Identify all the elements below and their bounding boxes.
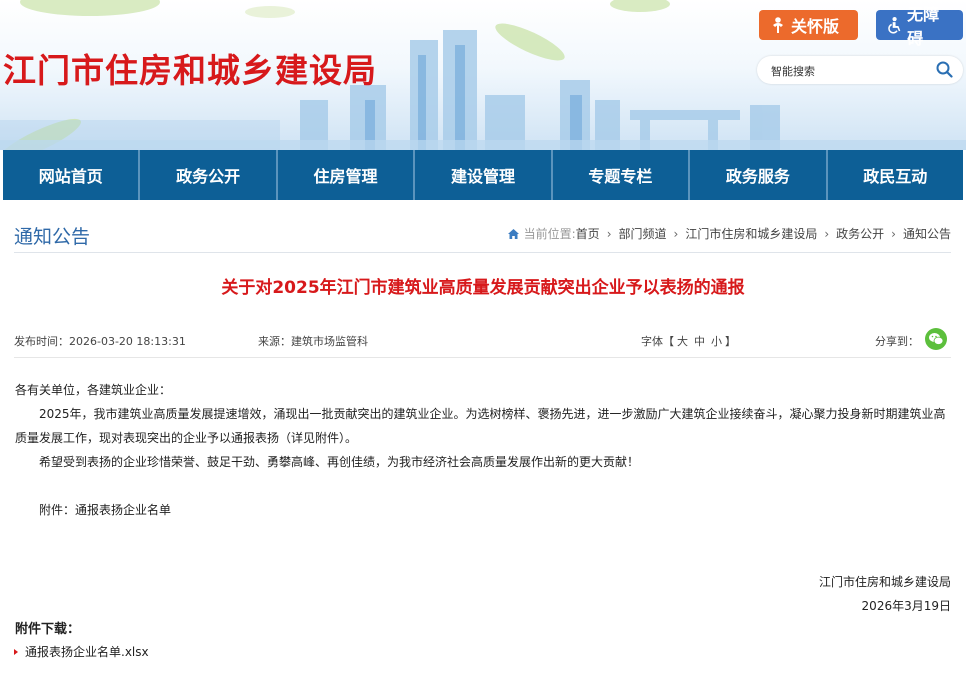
accessibility-button[interactable]: 无障碍 <box>876 5 963 48</box>
article-title: 关于对2025年江门市建筑业高质量发展贡献突出企业予以表扬的通报 <box>221 278 745 298</box>
attachment-filename: 通报表扬企业名单.xlsx <box>25 645 149 659</box>
main-nav: 网站首页 政务公开 住房管理 建设管理 专题专栏 政务服务 政民互动 <box>3 150 963 200</box>
nav-item-home[interactable]: 网站首页 <box>3 150 141 200</box>
breadcrumb-department[interactable]: 部门频道 <box>619 225 667 242</box>
breadcrumb: 当前位置: 首页 › 部门频道 › 江门市住房和城乡建设局 › 政务公开 › 通… <box>507 225 951 242</box>
divider <box>14 357 951 358</box>
paragraph: 希望受到表扬的企业珍惜荣誉、鼓足干劲、勇攀高峰、再创佳绩，为我市经济社会高质量发… <box>39 455 640 469</box>
paragraph: 2025年，我市建筑业高质量发展提速增效，涌现出一批贡献突出的建筑业企业。为选树… <box>15 407 946 445</box>
article-source: 来源：建筑市场监管科 <box>258 335 368 348</box>
header-banner: 江门市住房和城乡建设局 关怀版 无障碍 <box>0 0 966 150</box>
share-label: 分享到： <box>875 335 919 348</box>
divider <box>14 252 951 253</box>
nav-item-special-topics[interactable]: 专题专栏 <box>553 150 691 200</box>
bullet-icon <box>14 648 18 655</box>
attachment-line: 附件：通报表扬企业名单 <box>39 503 172 517</box>
care-mode-label: 关怀版 <box>791 17 840 36</box>
breadcrumb-government-affairs[interactable]: 政务公开 <box>836 225 884 242</box>
care-mode-button[interactable]: 关怀版 <box>759 10 858 40</box>
search-input[interactable] <box>769 56 933 86</box>
home-icon <box>507 228 519 239</box>
font-size-label: 字体【 <box>641 335 674 348</box>
breadcrumb-separator: › <box>891 226 896 241</box>
search-icon[interactable] <box>936 61 953 78</box>
nav-item-public-interaction[interactable]: 政民互动 <box>828 150 963 200</box>
breadcrumb-separator: › <box>606 226 612 241</box>
article-body: 各有关单位，各建筑业企业： 2025年，我市建筑业高质量发展提速增效，涌现出一批… <box>15 378 951 618</box>
font-size-end: 】 <box>725 335 736 348</box>
breadcrumb-notices[interactable]: 通知公告 <box>903 225 951 242</box>
breadcrumb-separator: › <box>824 226 830 241</box>
nav-item-construction-management[interactable]: 建设管理 <box>415 150 553 200</box>
accessibility-icon <box>888 16 901 34</box>
nav-item-government-affairs[interactable]: 政务公开 <box>140 150 278 200</box>
accessibility-label: 无障碍 <box>907 5 940 48</box>
publish-time: 发布时间：2026-03-20 18:13:31 <box>14 335 186 348</box>
site-title: 江门市住房和城乡建设局 <box>3 51 377 90</box>
breadcrumb-bureau[interactable]: 江门市住房和城乡建设局 <box>685 225 817 242</box>
font-size-medium[interactable]: 中 <box>694 335 705 348</box>
nav-item-housing-management[interactable]: 住房管理 <box>278 150 416 200</box>
nav-item-government-services[interactable]: 政务服务 <box>690 150 828 200</box>
attachments-title: 附件下载： <box>15 622 81 637</box>
column-title: 通知公告 <box>14 226 91 248</box>
font-size-small[interactable]: 小 <box>711 335 722 348</box>
signature-date: 2026年3月19日 <box>861 599 951 613</box>
search-box <box>757 56 963 86</box>
salutation: 各有关单位，各建筑业企业： <box>15 383 172 397</box>
attachment-link[interactable]: 通报表扬企业名单.xlsx <box>14 643 149 660</box>
breadcrumb-separator: › <box>673 226 679 241</box>
breadcrumb-home[interactable]: 首页 <box>576 225 600 242</box>
breadcrumb-label: 当前位置: <box>523 227 576 241</box>
wechat-icon[interactable] <box>925 328 947 350</box>
signature-org: 江门市住房和城乡建设局 <box>818 575 951 589</box>
care-icon <box>773 17 783 33</box>
font-size-large[interactable]: 大 <box>677 335 688 348</box>
font-size-control: 字体【大中小】 <box>641 333 736 349</box>
